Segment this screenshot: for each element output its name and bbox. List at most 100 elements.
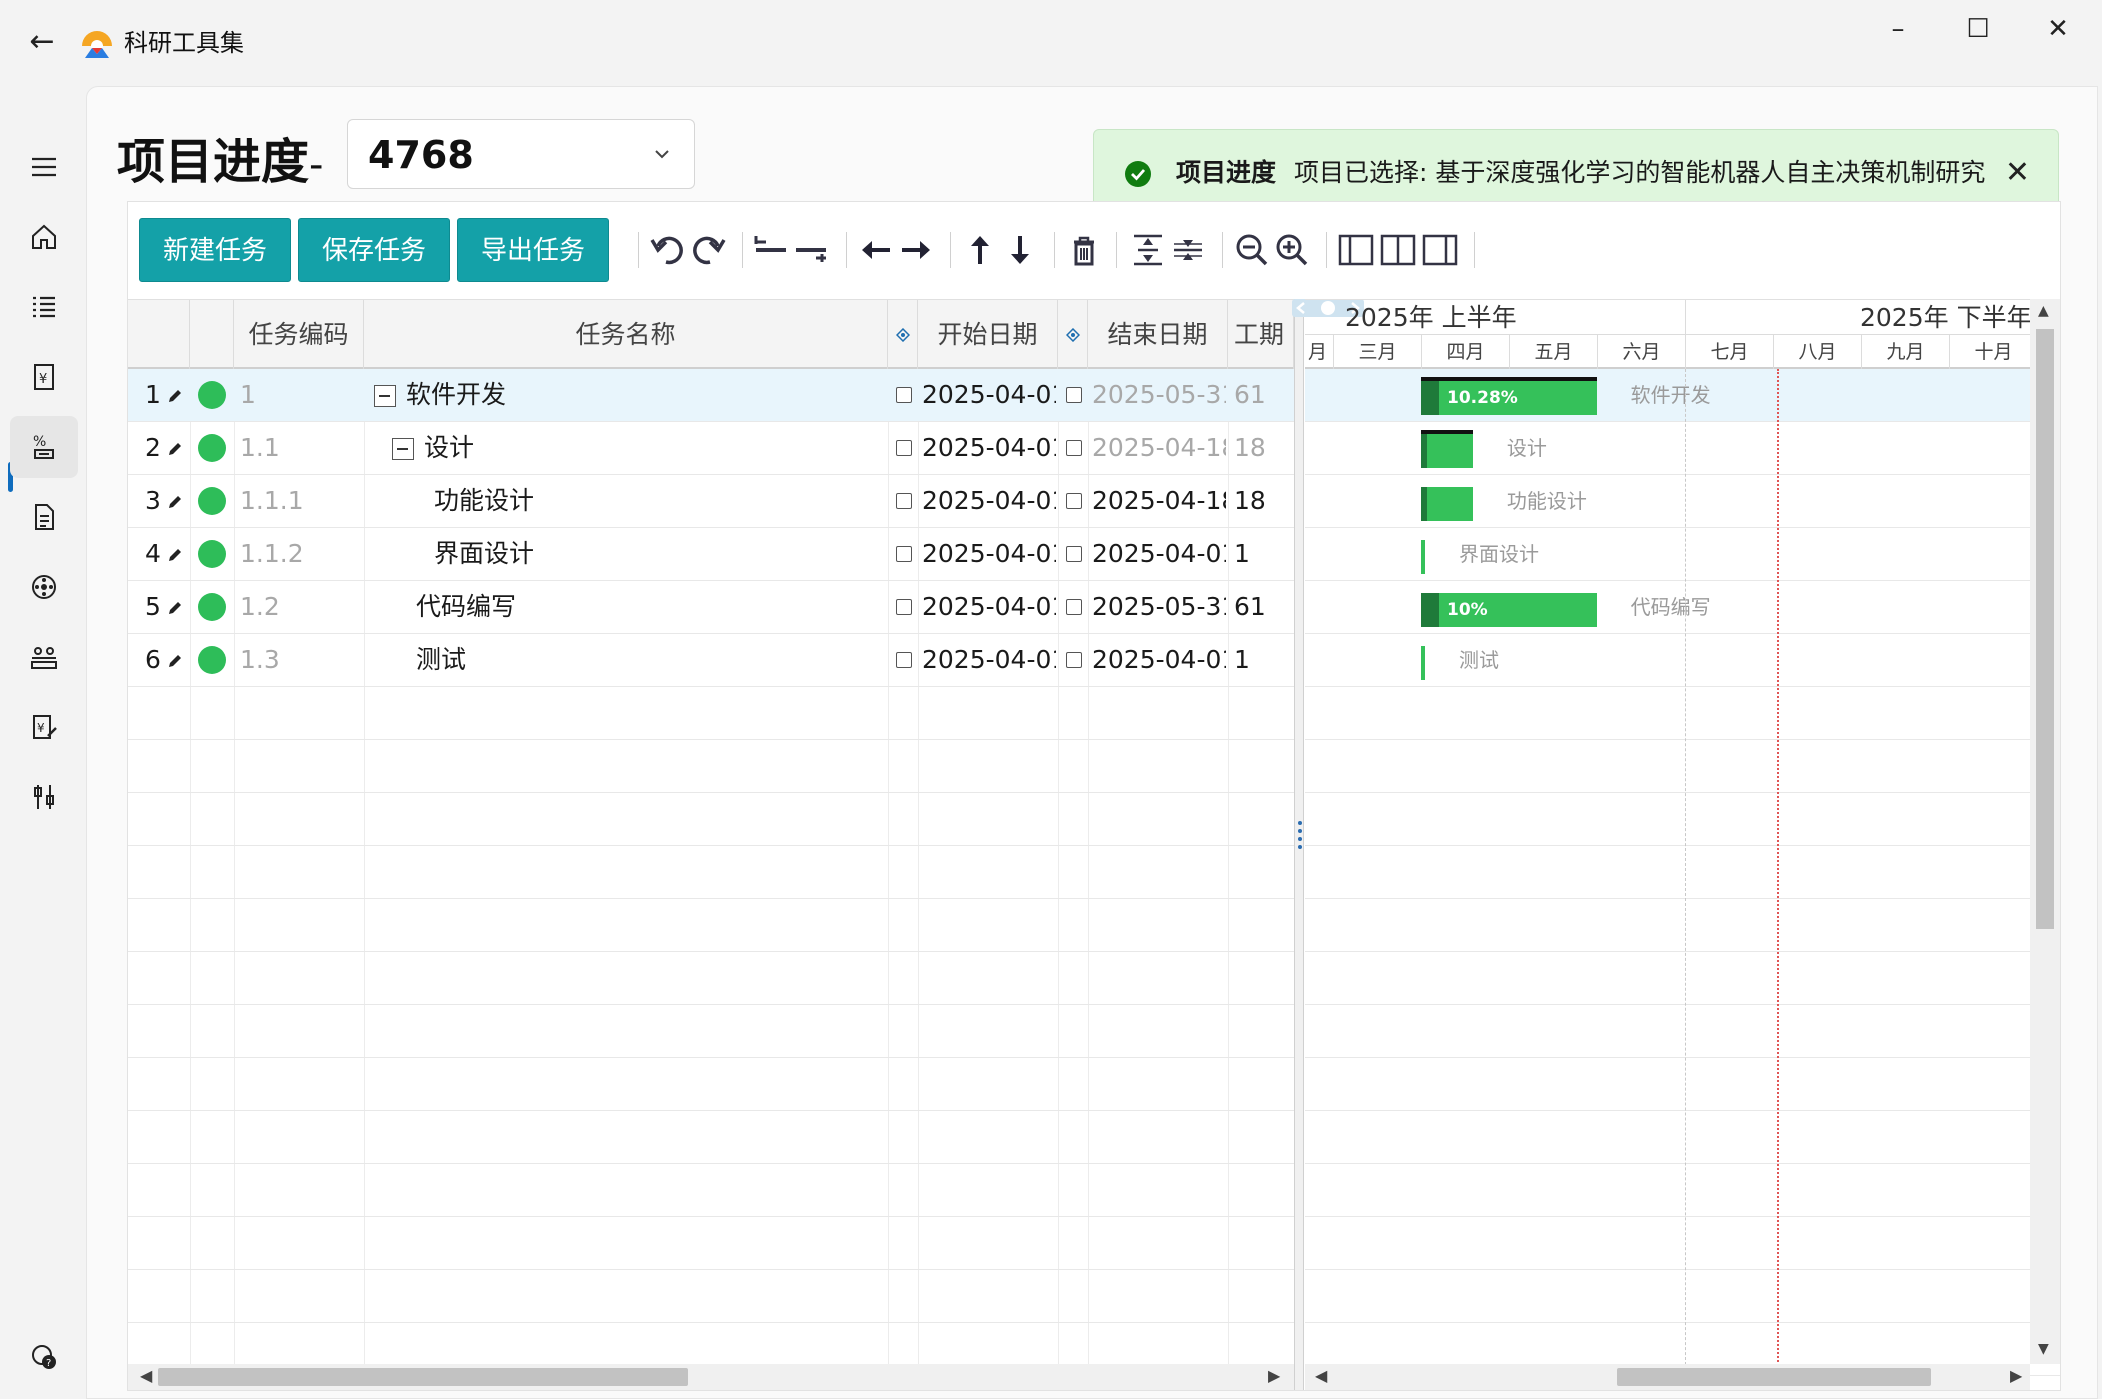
task-end[interactable]: 2025-04-01	[1092, 528, 1226, 580]
save-task-button[interactable]: 保存任务	[298, 218, 450, 282]
back-arrow-icon[interactable]: ←	[22, 22, 62, 62]
start-constraint-checkbox[interactable]	[896, 652, 912, 668]
scroll-up-icon[interactable]: ▲	[2038, 303, 2049, 319]
header-name[interactable]: 任务名称	[364, 300, 888, 370]
task-name[interactable]: 界面设计	[434, 528, 894, 580]
menu-icon[interactable]	[10, 136, 78, 198]
header-start[interactable]: 开始日期	[918, 300, 1058, 370]
grid-scroll-thumb[interactable]	[158, 1368, 688, 1386]
layout-grid-only-icon[interactable]	[1336, 230, 1376, 270]
vertical-scrollbar[interactable]: ▲ ▼	[2030, 299, 2060, 1364]
task-end[interactable]: 2025-04-18	[1092, 475, 1226, 527]
finance-edit-icon[interactable]: ¥	[10, 696, 78, 758]
project-select[interactable]: 4768	[347, 119, 695, 189]
table-row[interactable]: 4 1.1.2 界面设计 2025-04-01 2025-04-01 1	[128, 528, 1294, 581]
table-row[interactable]: 2 1.1 设计 2025-04-01 2025-04-18 18	[128, 422, 1294, 475]
task-name[interactable]: 测试	[416, 634, 876, 686]
task-end[interactable]: 2025-04-18	[1092, 422, 1226, 474]
collapse-rows-icon[interactable]	[1168, 230, 1208, 270]
collapse-toggle-icon[interactable]	[374, 385, 396, 407]
export-task-button[interactable]: 导出任务	[457, 218, 609, 282]
end-constraint-checkbox[interactable]	[1066, 652, 1082, 668]
task-bar[interactable]	[1421, 430, 1473, 468]
arrow-down-icon[interactable]	[1000, 230, 1040, 270]
start-constraint-checkbox[interactable]	[896, 493, 912, 509]
undo-icon[interactable]	[648, 230, 688, 270]
start-constraint-checkbox[interactable]	[896, 440, 912, 456]
header-start-constraint[interactable]	[888, 300, 918, 370]
zoom-in-icon[interactable]	[1272, 230, 1312, 270]
home-icon[interactable]	[10, 206, 78, 268]
grid-horizontal-scrollbar[interactable]: ◀ ▶	[128, 1364, 1294, 1390]
header-duration[interactable]: 工期	[1228, 300, 1294, 370]
scroll-left-icon[interactable]: ◀	[1315, 1366, 1327, 1385]
redo-icon[interactable]	[688, 230, 728, 270]
outdent-icon[interactable]	[752, 230, 792, 270]
task-start[interactable]: 2025-04-01	[922, 528, 1056, 580]
project-progress-icon[interactable]: %	[10, 416, 78, 478]
end-constraint-checkbox[interactable]	[1066, 387, 1082, 403]
start-constraint-checkbox[interactable]	[896, 387, 912, 403]
collapse-toggle-icon[interactable]	[392, 438, 414, 460]
task-start[interactable]: 2025-04-01	[922, 422, 1056, 474]
task-duration[interactable]: 18	[1234, 475, 1290, 527]
edit-pencil-icon[interactable]	[166, 652, 184, 670]
task-start[interactable]: 2025-04-01	[922, 634, 1056, 686]
scroll-right-icon[interactable]: ▶	[1268, 1366, 1280, 1385]
task-duration[interactable]: 1	[1234, 634, 1290, 686]
start-constraint-checkbox[interactable]	[896, 546, 912, 562]
edit-pencil-icon[interactable]	[166, 387, 184, 405]
start-constraint-checkbox[interactable]	[896, 599, 912, 615]
arrow-up-icon[interactable]	[960, 230, 1000, 270]
task-duration[interactable]: 61	[1234, 369, 1290, 421]
minimize-icon[interactable]: –	[1868, 14, 1928, 44]
document-icon[interactable]	[10, 486, 78, 548]
end-constraint-checkbox[interactable]	[1066, 599, 1082, 615]
task-end[interactable]: 2025-05-31	[1092, 369, 1226, 421]
close-window-icon[interactable]: ✕	[2028, 14, 2088, 44]
task-duration[interactable]: 1	[1234, 528, 1290, 580]
task-start[interactable]: 2025-04-01	[922, 369, 1056, 421]
indent-icon[interactable]	[792, 230, 832, 270]
header-end[interactable]: 结束日期	[1088, 300, 1228, 370]
edit-pencil-icon[interactable]	[166, 546, 184, 564]
help-chat-icon[interactable]: ?	[10, 1326, 78, 1388]
scroll-right-icon[interactable]: ▶	[2010, 1366, 2022, 1385]
header-code[interactable]: 任务编码	[234, 300, 364, 370]
list-icon[interactable]	[10, 276, 78, 338]
task-milestone-bar[interactable]	[1421, 646, 1425, 680]
arrow-left-icon[interactable]	[856, 230, 896, 270]
expand-rows-icon[interactable]	[1128, 230, 1168, 270]
layout-split-icon[interactable]	[1378, 230, 1418, 270]
table-row[interactable]: 5 1.2 代码编写 2025-04-01 2025-05-31 61	[128, 581, 1294, 634]
maximize-icon[interactable]: ☐	[1948, 14, 2008, 44]
task-bar[interactable]: 10.28%	[1421, 377, 1597, 415]
end-constraint-checkbox[interactable]	[1066, 493, 1082, 509]
table-row[interactable]: 3 1.1.1 功能设计 2025-04-01 2025-04-18 18	[128, 475, 1294, 528]
task-duration[interactable]: 18	[1234, 422, 1290, 474]
table-row[interactable]: 1 1 软件开发 2025-04-01 2025-05-31 61	[128, 369, 1294, 422]
edit-pencil-icon[interactable]	[166, 440, 184, 458]
task-start[interactable]: 2025-04-01	[922, 475, 1056, 527]
edit-pencil-icon[interactable]	[166, 493, 184, 511]
scroll-down-icon[interactable]: ▼	[2038, 1341, 2049, 1357]
arrow-right-icon[interactable]	[896, 230, 936, 270]
task-milestone-bar[interactable]	[1421, 540, 1425, 574]
new-task-button[interactable]: 新建任务	[139, 218, 291, 282]
end-constraint-checkbox[interactable]	[1066, 440, 1082, 456]
layout-chart-only-icon[interactable]	[1420, 230, 1460, 270]
task-duration[interactable]: 61	[1234, 581, 1290, 633]
task-bar[interactable]	[1421, 487, 1473, 521]
zoom-out-icon[interactable]	[1232, 230, 1272, 270]
task-start[interactable]: 2025-04-01	[922, 581, 1056, 633]
task-end[interactable]: 2025-04-01	[1092, 634, 1226, 686]
network-icon[interactable]	[10, 556, 78, 618]
task-name[interactable]: 功能设计	[434, 475, 894, 527]
scroll-left-icon[interactable]: ◀	[140, 1366, 152, 1385]
task-bar[interactable]: 10%	[1421, 593, 1597, 627]
edit-pencil-icon[interactable]	[166, 599, 184, 617]
team-icon[interactable]	[10, 626, 78, 688]
grid-chart-splitter[interactable]	[1294, 299, 1304, 1390]
toast-close-icon[interactable]: ✕	[2005, 156, 2030, 190]
chart-scroll-thumb[interactable]	[1617, 1368, 1931, 1386]
